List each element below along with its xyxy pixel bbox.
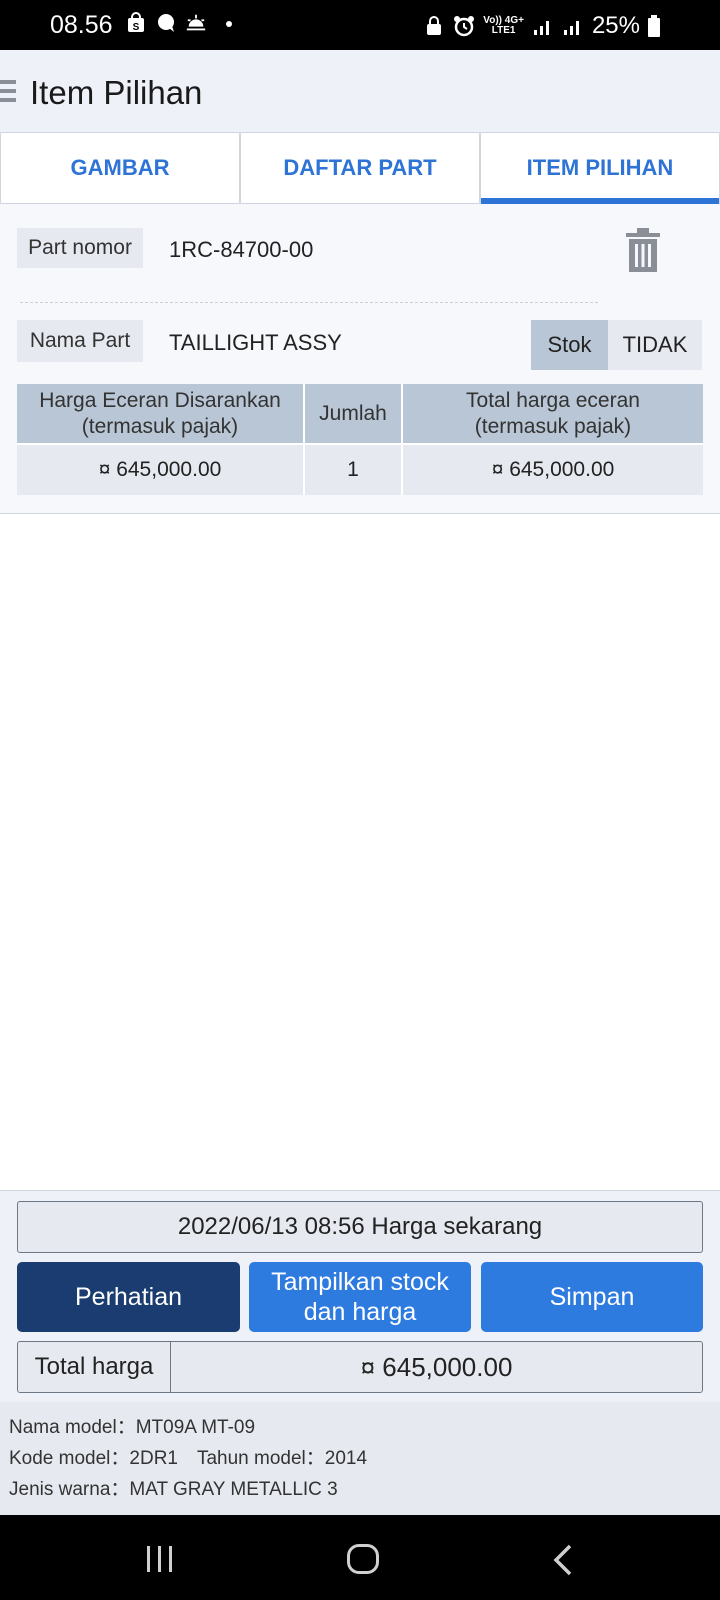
signal-strength-2-icon: [563, 21, 579, 35]
chat-bubble-icon: [158, 14, 174, 32]
header-quantity: Jumlah: [305, 384, 403, 443]
network-type-label: Vo)) 4G+ LTE1: [483, 16, 524, 36]
header-suggested-price: Harga Eceran Disarankan (termasuk pajak): [17, 384, 305, 443]
show-stock-price-line1: Tampilkan stock: [271, 1268, 449, 1296]
battery-percentage: 25%: [591, 12, 640, 39]
security-lock-icon: [427, 16, 442, 35]
svg-text:S: S: [133, 22, 140, 33]
header-total-price-line1: Total harga eceran: [466, 388, 640, 412]
table-row: ¤ 645,000.00 1 ¤ 645,000.00: [17, 443, 703, 495]
model-year-label: Tahun model：: [196, 1448, 325, 1469]
system-nav-bar: [0, 1515, 720, 1600]
status-notification-icons: S: [125, 12, 207, 34]
model-name-value: MT09A MT-09: [135, 1417, 256, 1438]
bottom-panel: 2022/06/13 08:56 Harga sekarang Perhatia…: [0, 1190, 720, 1402]
tab-bar: GAMBAR DAFTAR PART ITEM PILIHAN: [0, 132, 720, 204]
back-icon[interactable]: [553, 1544, 573, 1576]
app-header: Item Pilihan: [0, 50, 720, 132]
save-button[interactable]: Simpan: [481, 1262, 703, 1332]
show-stock-price-line2: dan harga: [303, 1298, 417, 1326]
alarm-clock-icon: [454, 16, 475, 37]
tab-item-pilihan[interactable]: ITEM PILIHAN: [480, 133, 720, 204]
price-table: Harga Eceran Disarankan (termasuk pajak)…: [17, 384, 703, 495]
network-bottom-label: LTE1: [491, 25, 516, 36]
part-number-label: Part nomor: [17, 228, 143, 268]
divider: [20, 302, 598, 303]
model-name-label: Nama model：: [9, 1417, 136, 1438]
color-label: Jenis warna：: [9, 1479, 130, 1500]
model-code-label: Kode model：: [9, 1448, 130, 1469]
header-total-price: Total harga eceran (termasuk pajak): [403, 384, 703, 443]
attention-button[interactable]: Perhatian: [17, 1262, 240, 1332]
quantity-cell[interactable]: 1: [305, 443, 403, 495]
page-title: Item Pilihan: [30, 74, 203, 111]
home-icon[interactable]: [347, 1544, 379, 1574]
total-price-value: ¤ 645,000.00: [360, 1351, 513, 1382]
model-name-line: Nama model：MT09A MT-09: [9, 1412, 711, 1443]
recent-apps-icon[interactable]: [147, 1546, 172, 1572]
trash-icon[interactable]: [626, 228, 660, 272]
header-suggested-price-line1: Harga Eceran Disarankan: [39, 388, 281, 412]
stock-label: Stok: [531, 320, 608, 370]
header-total-price-line2: (termasuk pajak): [474, 414, 632, 438]
status-time: 08.56: [50, 11, 113, 39]
model-code-line: Kode model：2DR1 Tahun model：2014: [9, 1443, 711, 1474]
menu-icon[interactable]: [0, 80, 16, 104]
tab-daftar-part[interactable]: DAFTAR PART: [240, 133, 480, 203]
unit-price-cell: ¤ 645,000.00: [17, 443, 305, 495]
part-name-label: Nama Part: [17, 320, 143, 362]
shopping-bag-icon: S: [128, 12, 144, 33]
model-info: Nama model：MT09A MT-09 Kode model：2DR1 Ta…: [0, 1402, 720, 1515]
color-line: Jenis warna：MAT GRAY METALLIC 3: [9, 1474, 711, 1505]
part-number-value: 1RC-84700-00: [169, 237, 314, 262]
table-header-row: Harga Eceran Disarankan (termasuk pajak)…: [17, 384, 703, 443]
status-system-icons: Vo)) 4G+ LTE1 25%: [423, 12, 660, 40]
stock-indicator: Stok TIDAK: [531, 320, 702, 370]
stock-value: TIDAK: [608, 320, 702, 370]
notification-dot: [226, 21, 232, 27]
total-price-label: Total harga: [18, 1342, 171, 1392]
status-bar: 08.56 S Vo)) 4G+ LTE1 25%: [0, 0, 720, 50]
battery-icon: [648, 15, 660, 37]
part-name-value: TAILLIGHT ASSY: [169, 330, 342, 355]
model-year-value: 2014: [324, 1448, 368, 1469]
signal-strength-icon: [533, 21, 549, 35]
model-code-value: 2DR1: [129, 1448, 178, 1469]
total-price-cell: ¤ 645,000.00: [403, 443, 703, 495]
current-price-timestamp: 2022/06/13 08:56 Harga sekarang: [17, 1201, 703, 1253]
header-suggested-price-line2: (termasuk pajak): [81, 414, 239, 438]
weather-sunrise-icon: [186, 14, 206, 31]
tab-gambar[interactable]: GAMBAR: [0, 133, 240, 203]
color-value: MAT GRAY METALLIC 3: [129, 1479, 338, 1500]
total-price-box: Total harga ¤ 645,000.00: [17, 1341, 703, 1393]
show-stock-price-button[interactable]: Tampilkan stock dan harga: [249, 1262, 471, 1332]
selected-item-card: Part nomor 1RC-84700-00 Nama Part TAILLI…: [0, 204, 720, 514]
